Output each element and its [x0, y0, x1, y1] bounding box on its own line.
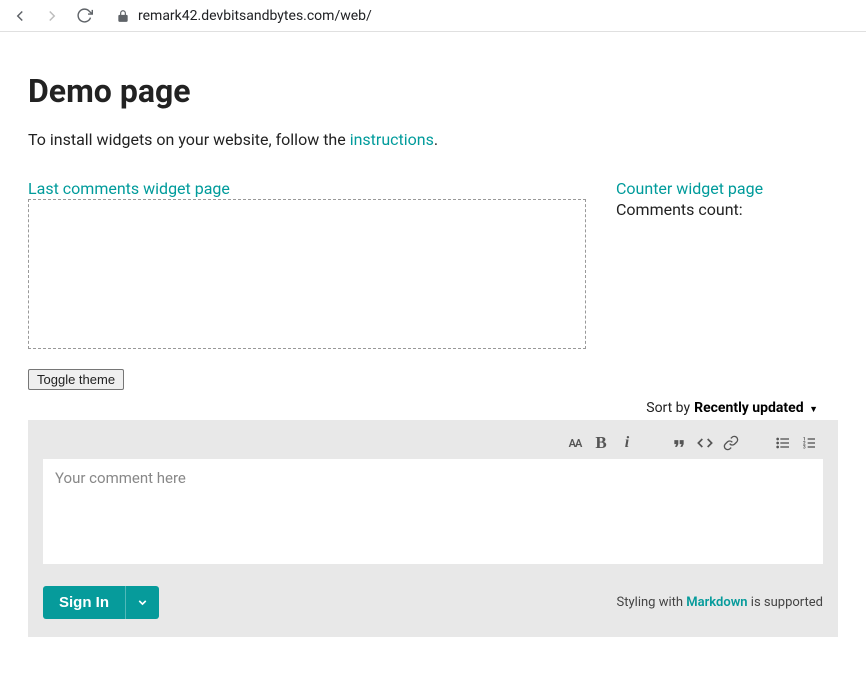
- address-bar[interactable]: remark42.devbitsandbytes.com/web/: [104, 8, 858, 24]
- last-comments-link[interactable]: Last comments widget page: [28, 179, 230, 198]
- install-instructions: To install widgets on your website, foll…: [28, 130, 838, 149]
- ordered-list-icon[interactable]: 123: [801, 435, 817, 451]
- chevron-down-icon: ▼: [809, 405, 818, 415]
- signin-button[interactable]: Sign In: [43, 586, 125, 619]
- install-prefix: To install widgets on your website, foll…: [28, 130, 350, 149]
- signin-dropdown-button[interactable]: [125, 586, 159, 619]
- markdown-support-text: Styling with Markdown is supported: [617, 595, 823, 610]
- md-prefix: Styling with: [617, 595, 687, 610]
- sort-value-text: Recently updated: [694, 400, 803, 416]
- md-suffix: is supported: [748, 595, 823, 610]
- last-comments-widget-box: [28, 199, 586, 349]
- heading-icon[interactable]: AA: [567, 435, 583, 451]
- code-icon[interactable]: [697, 435, 713, 451]
- reload-button[interactable]: [72, 4, 96, 28]
- counter-widget-link[interactable]: Counter widget page: [616, 179, 763, 198]
- instructions-link[interactable]: instructions: [350, 130, 434, 149]
- svg-text:3: 3: [803, 444, 806, 450]
- forward-button[interactable]: [40, 4, 64, 28]
- unordered-list-icon[interactable]: [775, 435, 791, 451]
- url-text: remark42.devbitsandbytes.com/web/: [138, 8, 372, 24]
- install-suffix: .: [434, 130, 438, 149]
- lock-icon: [116, 9, 130, 23]
- back-button[interactable]: [8, 4, 32, 28]
- italic-icon[interactable]: i: [619, 435, 635, 451]
- page-title: Demo page: [28, 72, 838, 110]
- chevron-down-icon: [136, 596, 149, 609]
- link-icon[interactable]: [723, 435, 739, 451]
- sort-by-dropdown[interactable]: Recently updated ▼: [694, 400, 818, 416]
- comment-textarea[interactable]: [43, 459, 823, 564]
- sort-by-label: Sort by: [646, 400, 690, 416]
- bold-icon[interactable]: B: [593, 435, 609, 451]
- markdown-link[interactable]: Markdown: [686, 595, 747, 610]
- toggle-theme-button[interactable]: Toggle theme: [28, 369, 124, 390]
- comments-count-label: Comments count:: [616, 200, 838, 219]
- quote-icon[interactable]: [671, 435, 687, 451]
